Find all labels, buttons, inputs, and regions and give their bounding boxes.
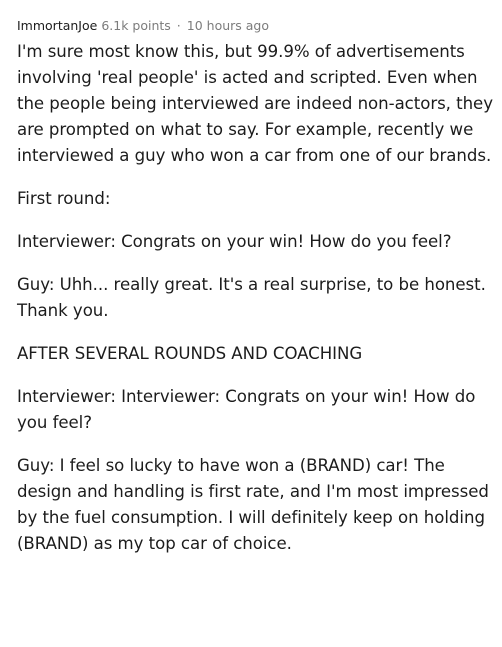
comment-paragraph: First round:	[17, 189, 111, 208]
meta-separator: ·	[176, 18, 181, 33]
comment-paragraph: Guy: I feel so lucky to have won a (BRAN…	[17, 456, 489, 553]
author-link[interactable]: ImmortanJoe	[17, 18, 97, 33]
timestamp: 10 hours ago	[186, 18, 270, 33]
points-count: 6.1k points	[101, 18, 171, 33]
comment-meta: ImmortanJoe 6.1k points · 10 hours ago	[17, 18, 495, 34]
comment-paragraph: Interviewer: Interviewer: Congrats on yo…	[17, 387, 476, 432]
comment: ImmortanJoe 6.1k points · 10 hours ago I…	[17, 18, 495, 574]
comment-body: I'm sure most know this, but 99.9% of ad…	[17, 39, 495, 557]
comment-paragraph: Guy: Uhh... really great. It's a real su…	[17, 275, 486, 320]
comment-paragraph: AFTER SEVERAL ROUNDS AND COACHING	[17, 344, 363, 363]
comment-paragraph: I'm sure most know this, but 99.9% of ad…	[17, 42, 493, 165]
comment-paragraph: Interviewer: Congrats on your win! How d…	[17, 232, 452, 251]
